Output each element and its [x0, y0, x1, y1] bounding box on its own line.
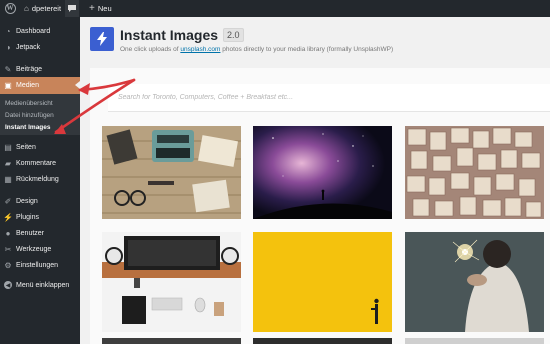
arrowhead-media-icon — [78, 83, 90, 95]
annotation-arrows — [54, 78, 136, 134]
